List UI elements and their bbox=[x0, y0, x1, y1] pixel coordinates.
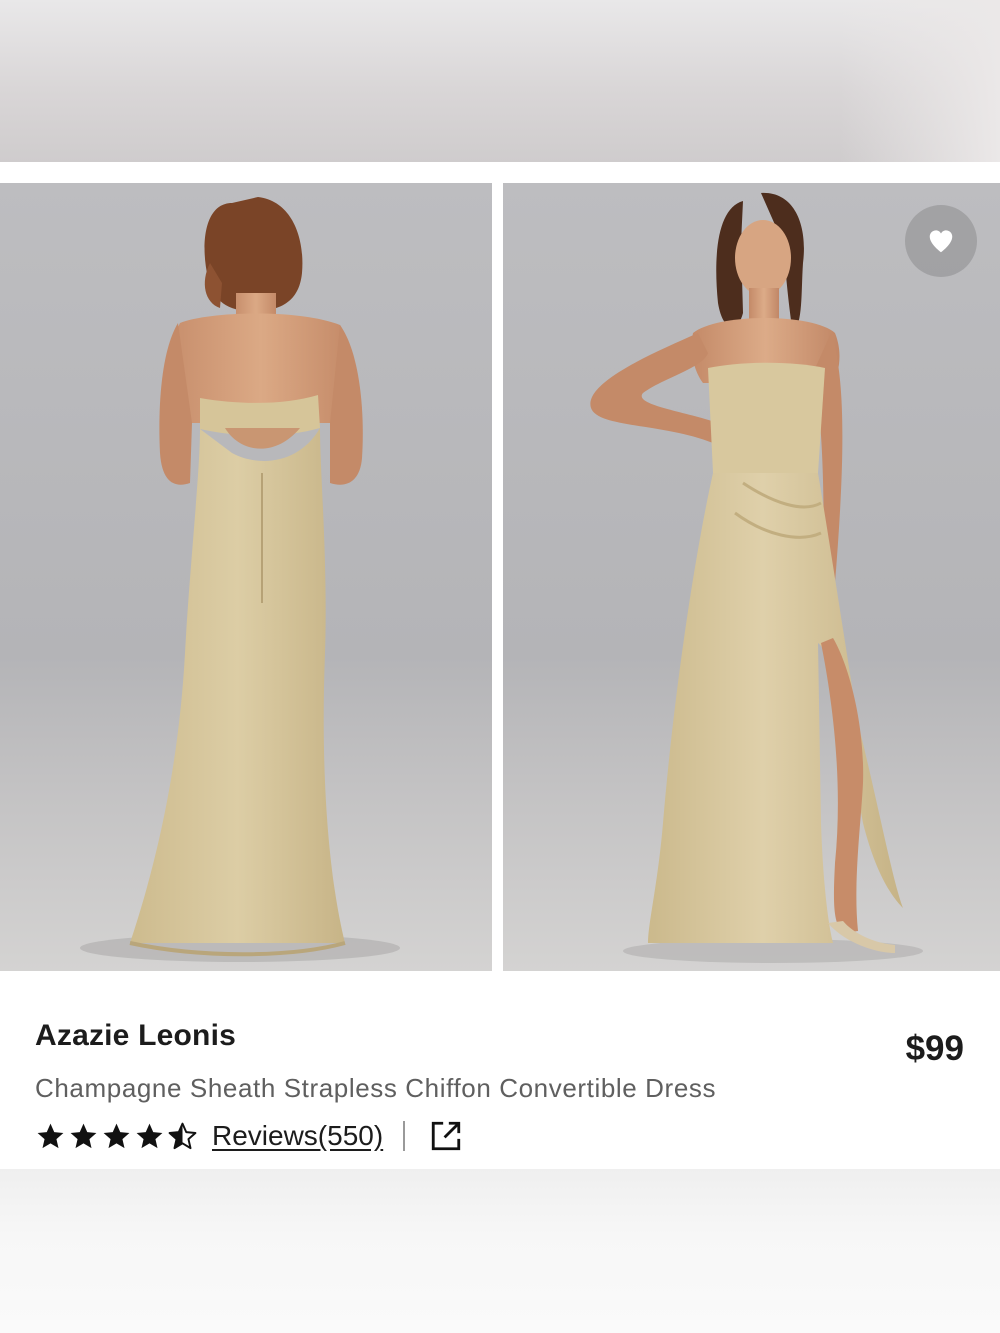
product-price: $99 bbox=[905, 1029, 964, 1068]
product-image-front[interactable] bbox=[503, 183, 1000, 971]
share-button[interactable] bbox=[429, 1119, 463, 1153]
product-brand[interactable]: Azazie Leonis bbox=[35, 1019, 236, 1053]
product-card-page: Azazie Leonis $99 Champagne Sheath Strap… bbox=[0, 0, 1000, 1333]
star-icon bbox=[70, 1123, 97, 1148]
next-card-blur bbox=[0, 1169, 1000, 1333]
star-icon bbox=[136, 1123, 163, 1148]
divider bbox=[403, 1121, 406, 1151]
star-icon bbox=[103, 1123, 130, 1148]
product-image-back[interactable] bbox=[0, 183, 492, 971]
reviews-link[interactable]: Reviews(550) bbox=[212, 1120, 383, 1152]
back-view-illustration bbox=[80, 197, 400, 962]
heart-icon bbox=[929, 230, 953, 253]
star-half-icon bbox=[168, 1122, 197, 1149]
star-rating bbox=[35, 1121, 198, 1152]
star-icon bbox=[37, 1123, 64, 1148]
product-info: Azazie Leonis $99 Champagne Sheath Strap… bbox=[0, 971, 1000, 1169]
product-title[interactable]: Champagne Sheath Strapless Chiffon Conve… bbox=[35, 1073, 716, 1104]
rating-row: Reviews(550) bbox=[35, 1117, 463, 1155]
external-link-icon bbox=[432, 1121, 461, 1151]
favorite-button[interactable] bbox=[905, 205, 977, 277]
previous-card-blur bbox=[0, 0, 1000, 162]
front-view-illustration bbox=[590, 192, 923, 963]
product-gallery[interactable] bbox=[0, 183, 1000, 971]
